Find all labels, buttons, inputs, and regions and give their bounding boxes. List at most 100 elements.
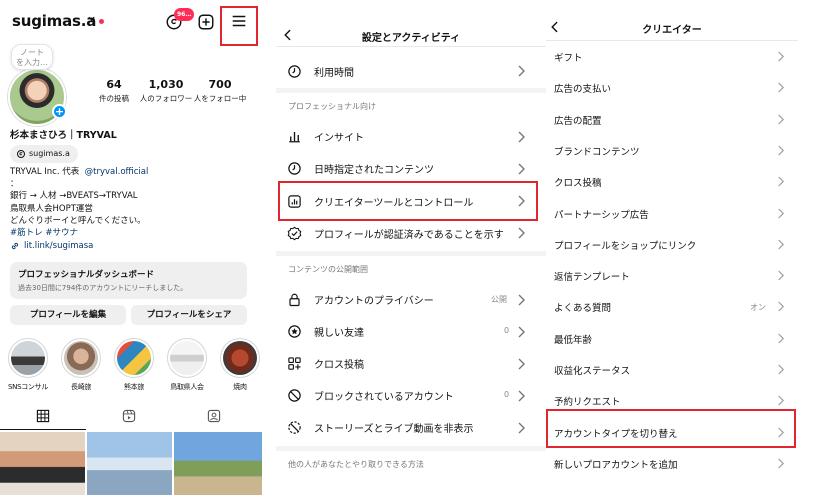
tagged-icon[interactable] [207, 409, 221, 423]
bio-line-2: ： [10, 179, 19, 190]
settings-usage-time[interactable]: 利用時間 [282, 62, 538, 80]
share-profile-button[interactable]: プロフィールをシェア [131, 305, 247, 325]
profile-link[interactable]: lit.link/sugimasa [10, 241, 93, 251]
chevron-right-icon [516, 326, 526, 338]
highlight-sns[interactable]: SNSコンサル [6, 338, 50, 392]
bio-line-1: TRYVAL Inc. 代表 [10, 167, 80, 177]
settings-panel: 設定とアクティビティ 利用時間 プロフェッショナル向け インサイト 日時指定され… [276, 0, 546, 495]
settings-verified-badge[interactable]: プロフィールが認証済みであることを示す [282, 224, 538, 242]
creator-item[interactable]: ブランドコンテンツ [554, 144, 640, 158]
highlight-kumamoto[interactable]: 熊本旅 [112, 338, 156, 392]
highlight-tottori-cover [167, 338, 207, 378]
settings-scheduled-content[interactable]: 日時指定されたコンテンツ [282, 159, 538, 177]
chevron-down-icon[interactable] [87, 14, 96, 23]
post-thumbnail-2[interactable] [87, 432, 172, 495]
stat-followers[interactable]: 1,030 人のフォロワー [136, 78, 196, 104]
highlight-sns-label: SNSコンサル [7, 383, 49, 391]
highlight-sns-cover [8, 338, 48, 378]
creator-item[interactable]: 最低年齢 [554, 332, 592, 346]
highlight-nagasaki-label: 長崎旅 [70, 383, 92, 391]
section-divider [276, 251, 546, 256]
clock-icon [282, 64, 306, 79]
creator-item[interactable]: 予約リクエスト [554, 394, 621, 408]
active-tab-indicator [0, 429, 86, 430]
section-interactions: 他の人があなたとやり取りできる方法 [288, 460, 424, 469]
section-professional: プロフェッショナル向け [288, 102, 376, 111]
section-divider [276, 88, 546, 93]
chevron-right-icon [776, 239, 785, 250]
professional-dashboard[interactable]: プロフェッショナルダッシュボード 過去30日間に794件のアカウントにリーチしま… [10, 262, 247, 299]
creator-item[interactable]: 広告の配置 [554, 113, 602, 127]
profile-link-text: lit.link/sugimasa [24, 241, 94, 251]
stat-posts[interactable]: 64 件の投稿 [84, 78, 144, 104]
creator-item-value: オン [750, 303, 766, 313]
verified-badge-icon [282, 226, 306, 241]
header-divider [276, 46, 546, 47]
profile-username[interactable]: sugimas.a [12, 12, 96, 30]
settings-blocked-accounts[interactable]: ブロックされているアカウント [282, 386, 538, 404]
stat-followers-number: 1,030 [148, 78, 184, 91]
creator-item[interactable]: パートナーシップ広告 [554, 207, 649, 221]
settings-crosspost[interactable]: クロス投稿 [282, 354, 538, 372]
highlight-yakiniku-label: 焼肉 [233, 383, 247, 391]
scheduled-label: 日時指定されたコンテンツ [314, 164, 434, 176]
reels-icon[interactable] [122, 409, 136, 423]
creator-item[interactable]: 広告の支払い [554, 81, 611, 95]
chevron-right-icon [776, 82, 785, 93]
close-friends-count: 0 [504, 326, 510, 335]
dashboard-title: プロフェッショナルダッシュボード [18, 270, 155, 280]
chevron-right-icon [776, 208, 785, 219]
settings-close-friends[interactable]: 親しい友達 [282, 322, 538, 340]
profile-full-name: 杉本まさひろ｜TRYVAL [10, 130, 117, 141]
threads-badge: 96… [174, 8, 195, 21]
add-story-plus-icon[interactable]: + [52, 104, 67, 119]
menu-highlight-box [220, 6, 258, 46]
switch-account-highlight-box [546, 409, 796, 448]
creator-item[interactable]: ギフト [554, 50, 583, 64]
creator-item[interactable]: クロス投稿 [554, 175, 602, 189]
settings-hide-stories[interactable]: ストーリーズとライブ動画を非表示 [282, 418, 538, 436]
screenshot-stage: sugimas.a 96… ノート を入力… + 64 件の投稿 1,030 人… [0, 0, 814, 495]
creator-item[interactable]: よくある質問 [554, 300, 611, 314]
bio-mention-link[interactable]: @tryval.official [85, 167, 149, 177]
creator-title: クリエイター [642, 25, 702, 36]
threads-handle: sugimas.a [29, 149, 70, 158]
settings-insights[interactable]: インサイト [282, 127, 538, 145]
note-bubble[interactable]: ノート を入力… [11, 44, 53, 70]
header-divider [546, 40, 798, 41]
stat-following-number: 700 [208, 78, 232, 91]
post-thumbnail-3[interactable] [174, 432, 262, 495]
creator-item[interactable]: 収益化ステータス [554, 363, 630, 377]
post-thumbnail-1[interactable] [0, 432, 85, 495]
highlight-yakiniku-cover [220, 338, 260, 378]
chevron-right-icon [776, 114, 785, 125]
highlight-nagasaki[interactable]: 長崎旅 [59, 338, 103, 392]
blocked-count: 0 [504, 390, 510, 399]
chevron-right-icon [776, 51, 785, 62]
highlight-yakiniku[interactable]: 焼肉 [218, 338, 262, 392]
crosspost-label: クロス投稿 [314, 359, 364, 371]
creator-item[interactable]: 返信テンプレート [554, 269, 630, 283]
stat-following[interactable]: 700 人をフォロー中 [190, 78, 250, 104]
insights-label: インサイト [314, 132, 364, 144]
clock-icon [282, 161, 306, 176]
profile-content-tabs [0, 403, 262, 431]
highlight-tottori[interactable]: 鳥取県人会 [165, 338, 209, 392]
creator-panel: クリエイター ギフト広告の支払い 広告の配置ブランドコンテンツ クロス投稿パートナー… [546, 0, 798, 495]
creator-tools-highlight-box [278, 181, 538, 221]
bio-hashtags[interactable]: #筋トレ #サウナ [10, 227, 258, 239]
create-post-icon[interactable] [197, 13, 215, 31]
highlight-kumamoto-cover [114, 338, 154, 378]
chevron-right-icon [516, 390, 526, 402]
creator-item[interactable]: プロフィールをショップにリンク [554, 238, 696, 252]
usage-time-label: 利用時間 [314, 67, 354, 79]
settings-title: 設定とアクティビティ [361, 33, 461, 44]
grid-icon[interactable] [36, 409, 50, 423]
creator-item[interactable]: 新しいプロアカウントを追加 [554, 457, 678, 471]
chevron-right-icon [516, 358, 526, 370]
threads-chip[interactable]: sugimas.a [10, 145, 78, 163]
highlight-tottori-label: 鳥取県人会 [170, 383, 204, 391]
chevron-right-icon [516, 294, 526, 306]
edit-profile-button[interactable]: プロフィールを編集 [10, 305, 126, 325]
chevron-right-icon [516, 422, 526, 434]
